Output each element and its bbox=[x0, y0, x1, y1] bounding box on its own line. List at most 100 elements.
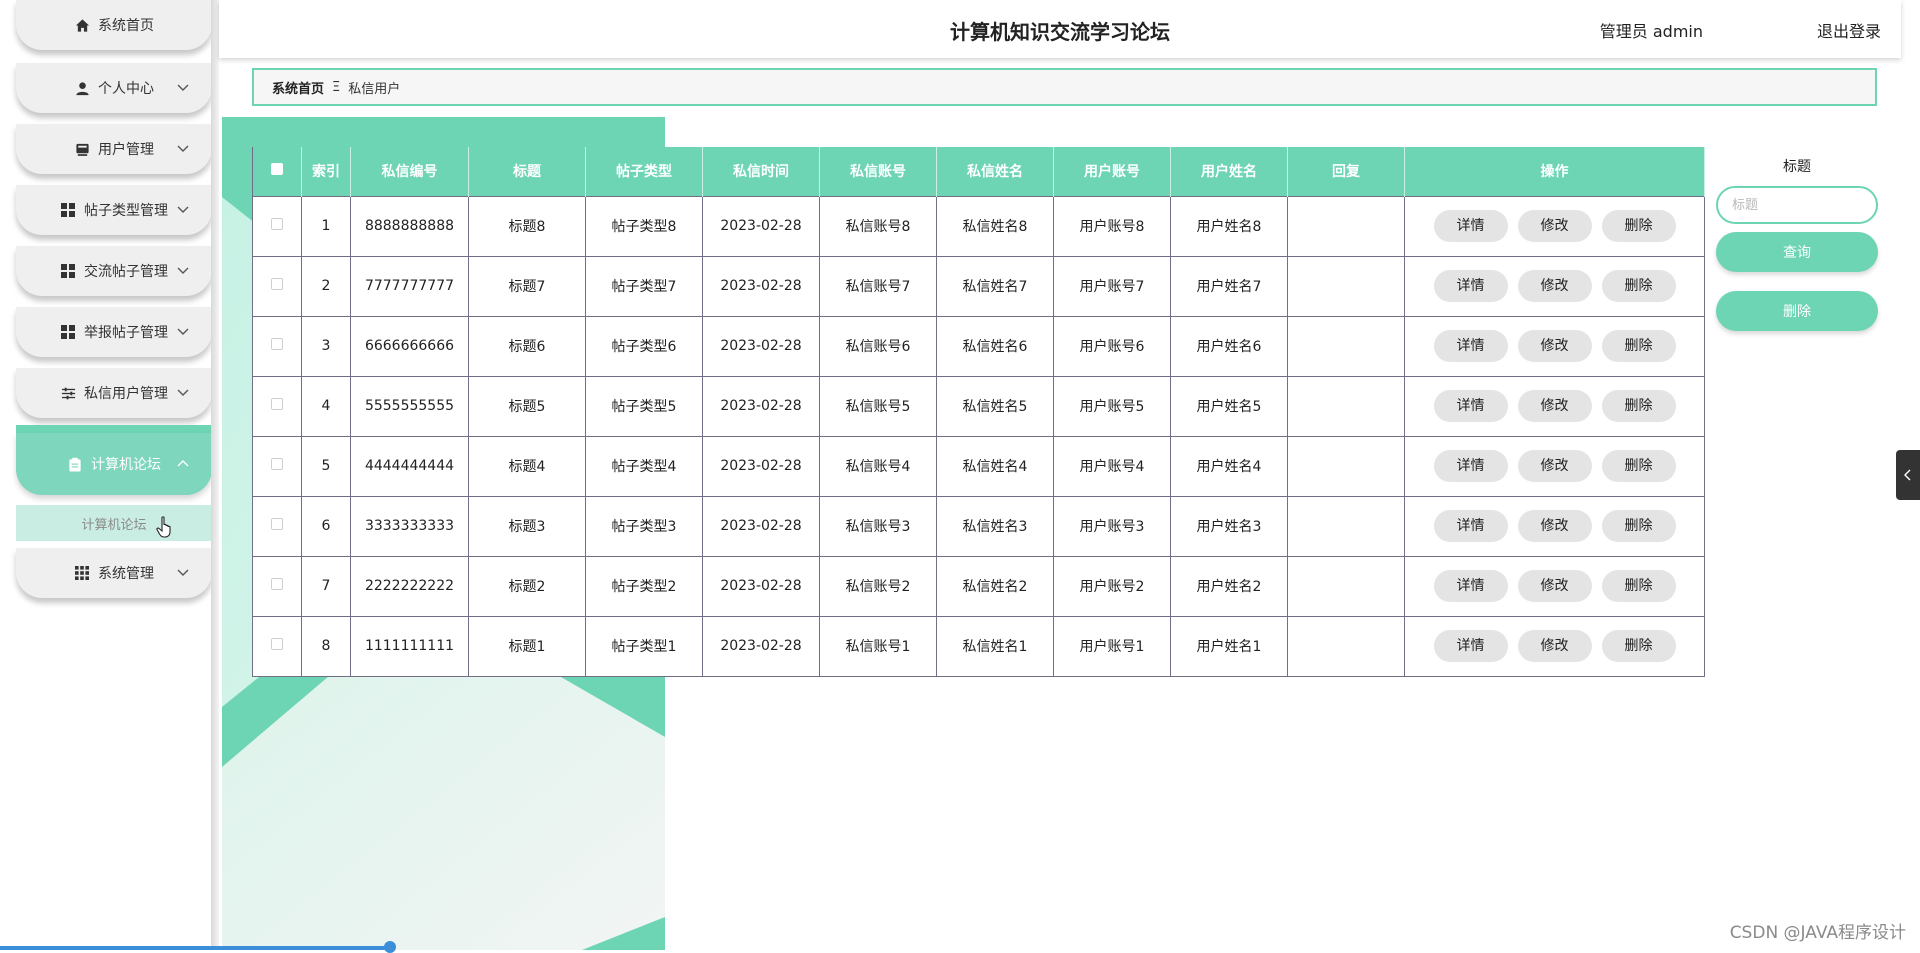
cell-message-time: 2023-02-28 bbox=[702, 375, 820, 437]
cell-post-type: 帖子类型5 bbox=[585, 375, 703, 437]
cell-reply bbox=[1287, 615, 1405, 677]
cell-title: 标题7 bbox=[468, 255, 586, 317]
sidebar-item-label: 帖子类型管理 bbox=[84, 203, 168, 219]
row-checkbox[interactable] bbox=[271, 578, 283, 590]
query-button[interactable]: 查询 bbox=[1716, 232, 1878, 272]
edit-button[interactable]: 修改 bbox=[1517, 390, 1592, 422]
row-select-cell[interactable] bbox=[252, 195, 302, 257]
cell-user-name: 用户姓名2 bbox=[1170, 555, 1288, 617]
edit-button[interactable]: 修改 bbox=[1517, 510, 1592, 542]
cell-user-name: 用户姓名1 bbox=[1170, 615, 1288, 677]
row-select-cell[interactable] bbox=[252, 255, 302, 317]
detail-button[interactable]: 详情 bbox=[1433, 390, 1508, 422]
sidebar-item-computer-forum[interactable]: 计算机论坛 bbox=[16, 433, 212, 495]
delete-row-button[interactable]: 删除 bbox=[1601, 330, 1676, 362]
select-all-checkbox[interactable] bbox=[271, 163, 283, 176]
cell-user-account: 用户账号7 bbox=[1053, 255, 1171, 317]
breadcrumb-home-link[interactable]: 系统首页 bbox=[272, 78, 324, 97]
detail-button[interactable]: 详情 bbox=[1433, 450, 1508, 482]
delete-row-button[interactable]: 删除 bbox=[1601, 570, 1676, 602]
row-checkbox[interactable] bbox=[271, 398, 283, 410]
sidebar-item-post-type-management[interactable]: 帖子类型管理 bbox=[16, 185, 212, 235]
sidebar-item-report-management[interactable]: 举报帖子管理 bbox=[16, 307, 212, 357]
detail-button[interactable]: 详情 bbox=[1433, 570, 1508, 602]
cell-message-name: 私信姓名1 bbox=[936, 615, 1054, 677]
sidebar-divider bbox=[211, 0, 219, 950]
table-row: 5 4444444444 标题4 帖子类型4 2023-02-28 私信账号4 … bbox=[252, 435, 1705, 497]
cell-user-name: 用户姓名3 bbox=[1170, 495, 1288, 557]
row-checkbox[interactable] bbox=[271, 218, 283, 230]
cell-message-account: 私信账号6 bbox=[819, 315, 937, 377]
sidebar-item-user-management[interactable]: 用户管理 bbox=[16, 124, 212, 174]
grid-icon bbox=[60, 324, 76, 340]
batch-delete-button[interactable]: 删除 bbox=[1716, 291, 1878, 331]
cell-message-time: 2023-02-28 bbox=[702, 195, 820, 257]
column-header: 索引 bbox=[301, 147, 351, 196]
grid-icon bbox=[60, 202, 76, 218]
row-select-cell[interactable] bbox=[252, 435, 302, 497]
cell-index: 2 bbox=[301, 255, 351, 317]
row-select-cell[interactable] bbox=[252, 555, 302, 617]
home-icon bbox=[74, 17, 90, 33]
column-header: 回复 bbox=[1287, 147, 1405, 196]
logout-button[interactable]: 退出登录 bbox=[1817, 18, 1881, 42]
submenu-item-computer-forum[interactable]: 计算机论坛 bbox=[16, 505, 212, 541]
row-checkbox[interactable] bbox=[271, 278, 283, 290]
sidebar-item-system-management[interactable]: 系统管理 bbox=[16, 548, 212, 598]
cell-message-account: 私信账号8 bbox=[819, 195, 937, 257]
row-checkbox[interactable] bbox=[271, 518, 283, 530]
table-header-row: 索引 私信编号 标题 帖子类型 私信时间 私信账号 私信姓名 用户账号 用户姓名… bbox=[252, 147, 1705, 196]
sidebar-item-private-message-management[interactable]: 私信用户管理 bbox=[16, 368, 212, 418]
progress-handle[interactable] bbox=[384, 941, 396, 953]
cell-user-account: 用户账号3 bbox=[1053, 495, 1171, 557]
detail-button[interactable]: 详情 bbox=[1433, 510, 1508, 542]
sidebar-item-post-management[interactable]: 交流帖子管理 bbox=[16, 246, 212, 296]
panel-collapse-toggle[interactable] bbox=[1896, 450, 1920, 500]
sliders-icon bbox=[60, 385, 76, 401]
row-checkbox[interactable] bbox=[271, 338, 283, 350]
cell-index: 1 bbox=[301, 195, 351, 257]
detail-button[interactable]: 详情 bbox=[1433, 210, 1508, 242]
sidebar-item-home[interactable]: 系统首页 bbox=[16, 0, 212, 50]
sidebar-item-personal-center[interactable]: 个人中心 bbox=[16, 63, 212, 113]
row-checkbox[interactable] bbox=[271, 638, 283, 650]
table-row: 1 8888888888 标题8 帖子类型8 2023-02-28 私信账号8 … bbox=[252, 195, 1705, 257]
delete-row-button[interactable]: 删除 bbox=[1601, 270, 1676, 302]
hand-cursor-icon bbox=[156, 516, 171, 538]
title-search-input[interactable] bbox=[1716, 186, 1878, 224]
cell-actions: 详情 修改 删除 bbox=[1404, 615, 1705, 677]
chevron-down-icon bbox=[177, 145, 189, 152]
row-select-cell[interactable] bbox=[252, 375, 302, 437]
cell-post-type: 帖子类型6 bbox=[585, 315, 703, 377]
edit-button[interactable]: 修改 bbox=[1517, 210, 1592, 242]
edit-button[interactable]: 修改 bbox=[1517, 330, 1592, 362]
cell-message-account: 私信账号4 bbox=[819, 435, 937, 497]
row-select-cell[interactable] bbox=[252, 495, 302, 557]
user-card-icon bbox=[74, 141, 90, 157]
detail-button[interactable]: 详情 bbox=[1433, 630, 1508, 662]
delete-row-button[interactable]: 删除 bbox=[1601, 390, 1676, 422]
row-select-cell[interactable] bbox=[252, 315, 302, 377]
edit-button[interactable]: 修改 bbox=[1517, 450, 1592, 482]
delete-row-button[interactable]: 删除 bbox=[1601, 510, 1676, 542]
column-header: 私信姓名 bbox=[936, 147, 1054, 196]
table-row: 7 2222222222 标题2 帖子类型2 2023-02-28 私信账号2 … bbox=[252, 555, 1705, 617]
current-user-label: 管理员 admin bbox=[1599, 22, 1703, 41]
edit-button[interactable]: 修改 bbox=[1517, 270, 1592, 302]
detail-button[interactable]: 详情 bbox=[1433, 330, 1508, 362]
row-checkbox[interactable] bbox=[271, 458, 283, 470]
cell-actions: 详情 修改 删除 bbox=[1404, 315, 1705, 377]
delete-row-button[interactable]: 删除 bbox=[1601, 630, 1676, 662]
delete-row-button[interactable]: 删除 bbox=[1601, 210, 1676, 242]
cell-actions: 详情 修改 删除 bbox=[1404, 555, 1705, 617]
column-header: 用户姓名 bbox=[1170, 147, 1288, 196]
select-all-header[interactable] bbox=[252, 147, 302, 196]
cell-message-name: 私信姓名8 bbox=[936, 195, 1054, 257]
row-select-cell[interactable] bbox=[252, 615, 302, 677]
cell-index: 6 bbox=[301, 495, 351, 557]
delete-row-button[interactable]: 删除 bbox=[1601, 450, 1676, 482]
detail-button[interactable]: 详情 bbox=[1433, 270, 1508, 302]
edit-button[interactable]: 修改 bbox=[1517, 630, 1592, 662]
cell-user-account: 用户账号6 bbox=[1053, 315, 1171, 377]
edit-button[interactable]: 修改 bbox=[1517, 570, 1592, 602]
